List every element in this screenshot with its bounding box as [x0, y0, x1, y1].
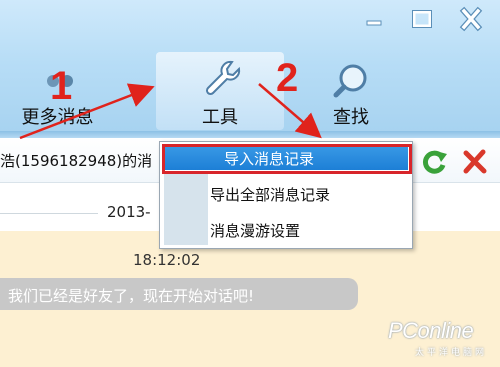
- annotation-arrows: [19, 83, 322, 140]
- step-number-2: 2: [276, 56, 299, 100]
- arrow-to-tools: [19, 83, 155, 140]
- step-number-1: 1: [50, 64, 73, 108]
